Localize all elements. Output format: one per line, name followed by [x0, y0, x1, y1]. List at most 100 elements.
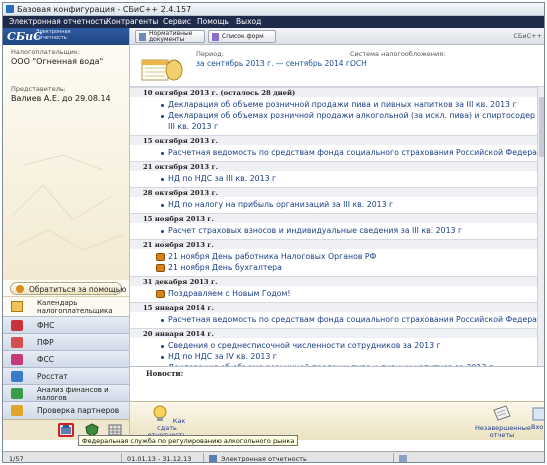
date-header: 10 октября 2013 г. (осталось 28 дней): [130, 87, 544, 97]
scroll-thumb[interactable]: [539, 97, 544, 157]
sidebar-item-calendar[interactable]: Календарь налогоплательщика: [3, 296, 129, 316]
tax-system-label: Система налогообложения:: [350, 50, 446, 58]
date-header: 15 ноября 2013 г.: [130, 213, 544, 223]
news-label: Новости:: [146, 369, 184, 378]
sidebar-item-label: ПФР: [37, 338, 54, 347]
event-item[interactable]: 21 ноября День бухгалтера: [168, 263, 282, 272]
inbox-label: Вхо: [531, 423, 544, 431]
normative-documents-button[interactable]: Нормативные документы: [135, 30, 205, 43]
date-header: 28 октября 2013 г.: [130, 187, 544, 197]
sidebar: СБиС Электронная Отчетность Налогоплател…: [3, 28, 130, 440]
chart-icon: [11, 388, 23, 399]
report-link[interactable]: III кв. 2013 г: [168, 122, 218, 131]
sidebar-item-rosstat[interactable]: Росстат: [3, 367, 129, 384]
report-link[interactable]: НД по НДС за III кв. 2013 г: [168, 174, 276, 183]
event-icon: [156, 290, 165, 298]
report-link[interactable]: Расчет страховых взносов и индивидуальны…: [168, 226, 462, 235]
pfr-icon: [11, 337, 23, 348]
date-header: 15 января 2014 г.: [130, 302, 544, 312]
inbox-button[interactable]: Вхо: [531, 404, 544, 431]
toolbar-brand: СБиС++: [513, 32, 542, 40]
menu-exit[interactable]: Выход: [236, 17, 261, 26]
status-mode: Электронная отчетность: [221, 455, 307, 463]
fsrar-icon[interactable]: [58, 423, 74, 437]
bullet-icon: [161, 152, 164, 155]
sidebar-item-label: Росстат: [37, 372, 68, 381]
sidebar-info-panel: Налогоплательщик: ООО "Огненная вода" Пр…: [3, 45, 129, 280]
sidebar-item-finance-analysis[interactable]: Анализ финансов и налогов: [3, 384, 129, 402]
report-link[interactable]: НД по налогу на прибыль организаций за I…: [168, 200, 393, 209]
main-panel: Нормативные документы Список форм СБиС++…: [130, 28, 544, 440]
fss-icon: [11, 354, 23, 365]
bullet-icon: [161, 204, 164, 207]
event-item[interactable]: Поздравляем с Новым Годом!: [168, 289, 291, 298]
menu-service[interactable]: Сервис: [163, 17, 191, 26]
document-icon: [139, 33, 146, 41]
deadline-feed: 10 октября 2013 г. (осталось 28 дней) Дек…: [130, 87, 544, 390]
period-value[interactable]: за сентябрь 2013 г. — сентябрь 2014 г.: [196, 59, 352, 68]
period-label: Период:: [196, 50, 224, 58]
bullet-icon: [161, 178, 164, 181]
magnifier-icon: [11, 405, 23, 416]
help-button[interactable]: Обратиться за помощью: [10, 282, 126, 295]
status-date-range: 01.01.13 - 31.12.13: [127, 455, 192, 463]
rosstat-icon: [11, 371, 23, 382]
forms-list-button[interactable]: Список форм: [208, 30, 276, 43]
sidebar-item-fss[interactable]: ФСС: [3, 350, 129, 367]
how-to-report-button[interactable]: Как сдать отчетность: [142, 404, 192, 439]
lightbulb-icon: [153, 405, 167, 421]
forms-list-label: Список форм: [222, 33, 264, 40]
report-link[interactable]: Декларация об объеме розничной продажи п…: [168, 100, 517, 109]
report-link[interactable]: Расчетная ведомость по средствам фонда с…: [168, 148, 537, 157]
brand-subtitle: Электронная Отчетность: [36, 29, 71, 41]
date-header: 21 октября 2013 г.: [130, 161, 544, 171]
menu-help[interactable]: Помощь: [197, 17, 229, 26]
sidebar-item-pfr[interactable]: ПФР: [3, 333, 129, 350]
unfinished-reports-button[interactable]: Незавершенные отчеты: [475, 404, 531, 439]
period-header: Период: за сентябрь 2013 г. — сентябрь 2…: [130, 45, 544, 87]
normative-documents-label: Нормативные документы: [149, 30, 193, 43]
date-header: 20 января 2014 г.: [130, 328, 544, 338]
status-indicator-icon: [399, 455, 407, 462]
toolbar: Нормативные документы Список форм СБиС++: [130, 28, 544, 45]
tax-system-value[interactable]: ОСН: [350, 59, 367, 68]
taxpayer-label: Налогоплательщик:: [11, 48, 81, 56]
event-icon: [156, 253, 165, 261]
news-panel: Новости:: [130, 366, 544, 401]
fsrar-tooltip: Федеральная служба по регулированию алко…: [78, 435, 299, 446]
unfinished-reports-label: Незавершенные отчеты: [475, 424, 531, 439]
status-divider: [203, 453, 204, 462]
menu-counterparties[interactable]: Контрагенты: [106, 17, 158, 26]
bullet-icon: [161, 230, 164, 233]
report-link[interactable]: Декларация об объемах розничной продажи …: [168, 111, 535, 120]
feed-scrollbar[interactable]: [537, 87, 544, 390]
report-link[interactable]: Сведения о среднесписочной численности с…: [168, 341, 441, 350]
status-bar: 1/57 01.01.13 - 31.12.13 Электронная отч…: [3, 451, 544, 463]
list-icon: [212, 33, 219, 41]
status-page: 1/57: [9, 455, 24, 463]
status-divider: [393, 453, 394, 462]
representative-label: Представитель:: [11, 85, 66, 93]
bullet-icon: [161, 115, 164, 118]
sidebar-item-partner-check[interactable]: Проверка партнеров: [3, 401, 129, 419]
report-link[interactable]: Расчетная ведомость по средствам фонда с…: [168, 315, 537, 324]
date-header: 15 октября 2013 г.: [130, 135, 544, 145]
bullet-icon: [161, 345, 164, 348]
taxpayer-name[interactable]: ООО "Огненная вода": [11, 57, 103, 66]
sidebar-item-calendar-label: Календарь налогоплательщика: [37, 299, 113, 315]
sidebar-item-label: Проверка партнеров: [37, 406, 120, 415]
bullet-icon: [161, 356, 164, 359]
sidebar-item-label: ФНС: [37, 321, 55, 330]
representative-name[interactable]: Валиев А.Е. до 29.08.14: [11, 94, 111, 103]
help-icon: [16, 285, 24, 293]
app-window: Базовая конфигурация - СБиС++ 2.4.157 Эл…: [2, 2, 545, 463]
sidebar-item-label: ФСС: [37, 355, 54, 364]
event-item[interactable]: 21 ноября День работника Налоговых Орган…: [168, 252, 376, 261]
event-icon: [156, 264, 165, 272]
report-link[interactable]: НД по НДС за IV кв. 2013 г: [168, 352, 277, 361]
date-header: 31 декабря 2013 г.: [130, 276, 544, 286]
bullet-icon: [161, 104, 164, 107]
sidebar-watermark-icon: [12, 154, 124, 251]
sidebar-item-fns[interactable]: ФНС: [3, 316, 129, 333]
menu-electronic-reporting[interactable]: Электронная отчетность: [9, 17, 108, 26]
